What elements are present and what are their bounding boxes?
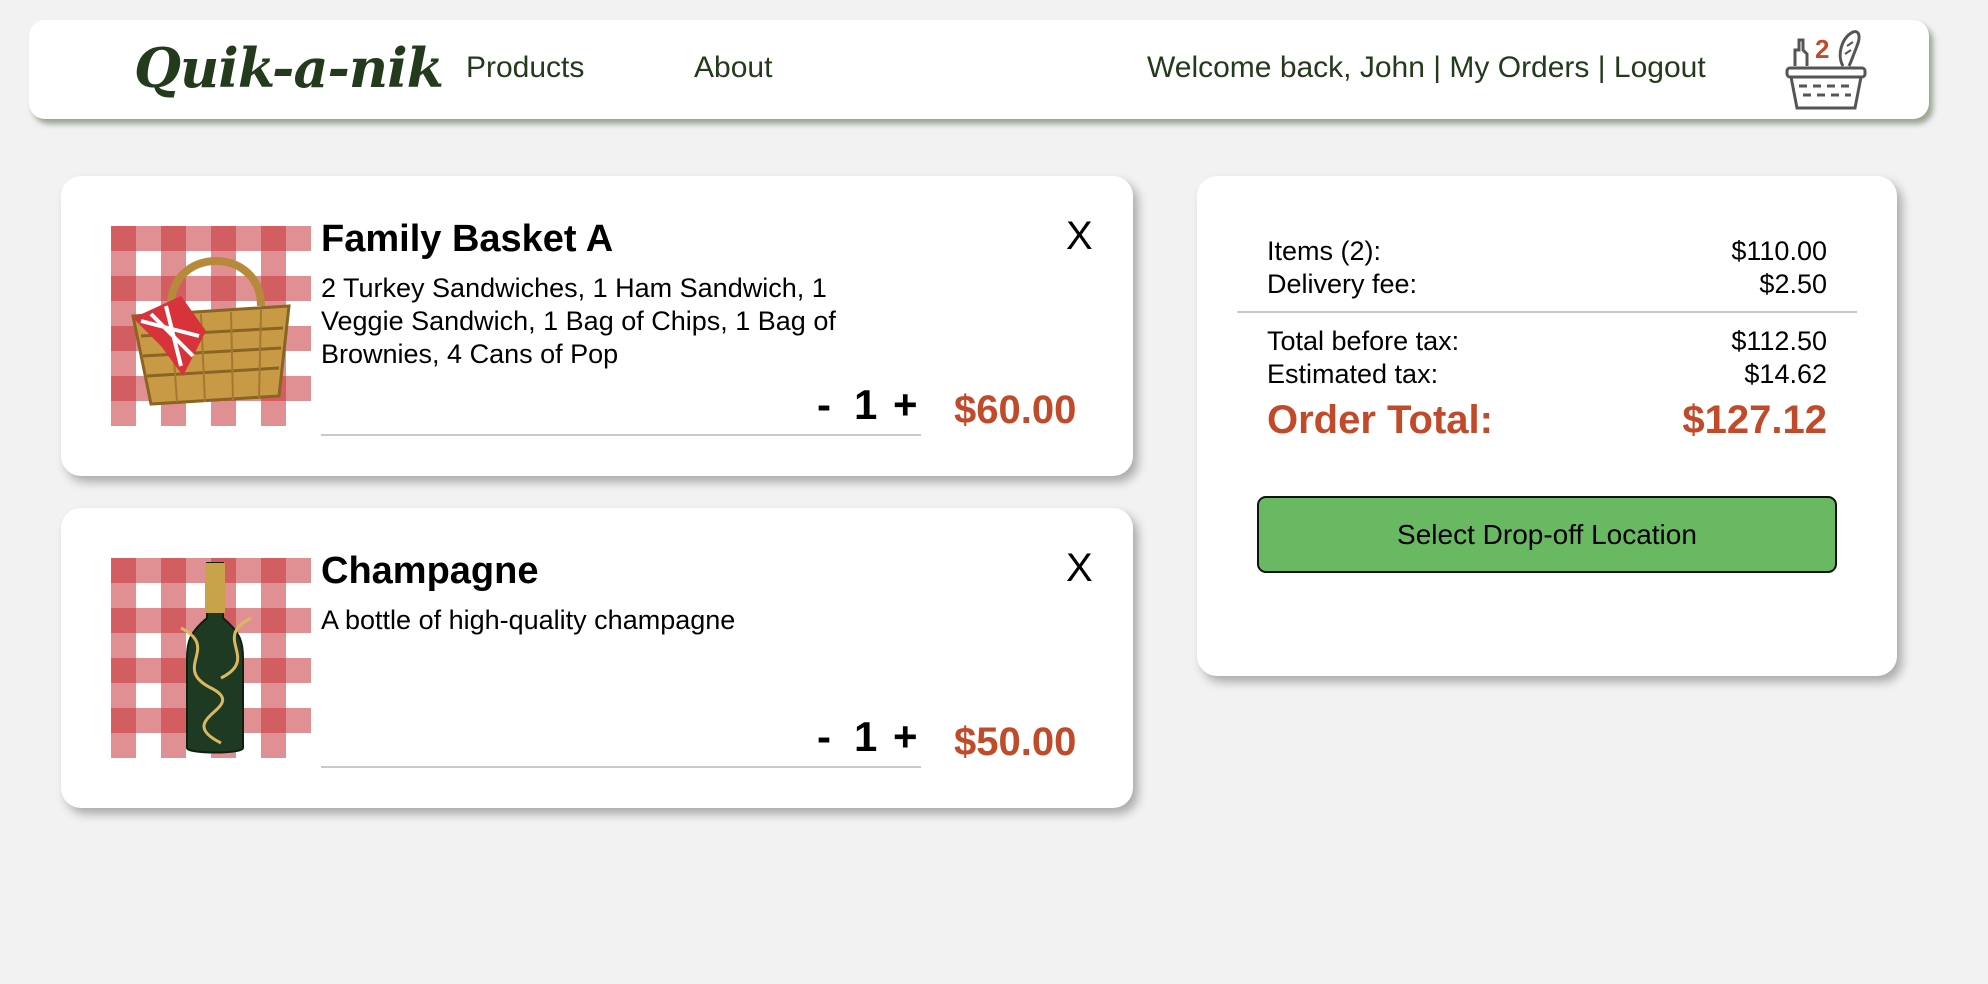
- item-price: $50.00: [954, 720, 1077, 764]
- product-image-champagne: [111, 558, 311, 758]
- select-drop-off-location-button[interactable]: Select Drop-off Location: [1257, 496, 1837, 573]
- summary-value: $14.62: [1744, 359, 1827, 389]
- divider: [1237, 311, 1857, 313]
- summary-label: Total before tax:: [1267, 326, 1460, 356]
- quantity-increase-button[interactable]: +: [893, 716, 918, 758]
- quantity-value: 1: [854, 713, 878, 760]
- summary-label: Delivery fee:: [1267, 269, 1418, 299]
- welcome-text: Welcome back, John: [1147, 51, 1425, 84]
- item-description: 2 Turkey Sandwiches, 1 Ham Sandwich, 1 V…: [321, 273, 836, 369]
- user-links: Welcome back, John | My Orders | Logout: [1147, 51, 1706, 85]
- quantity-decrease-button[interactable]: -: [817, 384, 831, 426]
- summary-before-tax-row: Total before tax: $112.50: [1267, 326, 1827, 357]
- top-navbar: Quik-a-nik Products About Welcome back, …: [29, 20, 1929, 119]
- quantity-decrease-button[interactable]: -: [817, 716, 831, 758]
- product-image-family-basket: [111, 226, 311, 426]
- order-summary-panel: Items (2): $110.00 Delivery fee: $2.50 T…: [1197, 176, 1897, 676]
- quantity-value: 1: [854, 381, 878, 428]
- summary-value: $112.50: [1731, 326, 1827, 356]
- cart-item-card: Champagne A bottle of high-quality champ…: [61, 508, 1133, 808]
- quantity-increase-button[interactable]: +: [893, 384, 918, 426]
- order-total-label: Order Total:: [1267, 398, 1493, 442]
- separator: |: [1597, 51, 1606, 84]
- brand-logo[interactable]: Quik-a-nik: [134, 36, 444, 100]
- summary-items-row: Items (2): $110.00: [1267, 236, 1827, 267]
- summary-label: Estimated tax:: [1267, 359, 1439, 389]
- item-description: A bottle of high-quality champagne: [321, 605, 736, 635]
- nav-link-products[interactable]: Products: [466, 51, 584, 85]
- order-total-value: $127.12: [1682, 398, 1827, 442]
- my-orders-link[interactable]: My Orders: [1449, 51, 1589, 84]
- logout-link[interactable]: Logout: [1614, 51, 1706, 84]
- summary-label: Items (2):: [1267, 236, 1382, 266]
- separator: |: [1433, 51, 1442, 84]
- cart-button[interactable]: 2: [1781, 26, 1871, 112]
- cart-count-badge: 2: [1815, 34, 1830, 64]
- summary-tax-row: Estimated tax: $14.62: [1267, 359, 1827, 390]
- divider: [321, 766, 921, 768]
- summary-value: $110.00: [1731, 236, 1827, 266]
- item-title: Champagne: [321, 550, 539, 592]
- remove-item-button[interactable]: X: [1066, 216, 1093, 256]
- order-total-row: Order Total: $127.12: [1267, 398, 1827, 443]
- summary-delivery-row: Delivery fee: $2.50: [1267, 269, 1827, 300]
- summary-value: $2.50: [1759, 269, 1827, 299]
- cart-item-card: Family Basket A 2 Turkey Sandwiches, 1 H…: [61, 176, 1133, 476]
- item-title: Family Basket A: [321, 218, 614, 260]
- nav-link-about[interactable]: About: [694, 51, 772, 85]
- divider: [321, 434, 921, 436]
- remove-item-button[interactable]: X: [1066, 548, 1093, 588]
- item-price: $60.00: [954, 388, 1077, 432]
